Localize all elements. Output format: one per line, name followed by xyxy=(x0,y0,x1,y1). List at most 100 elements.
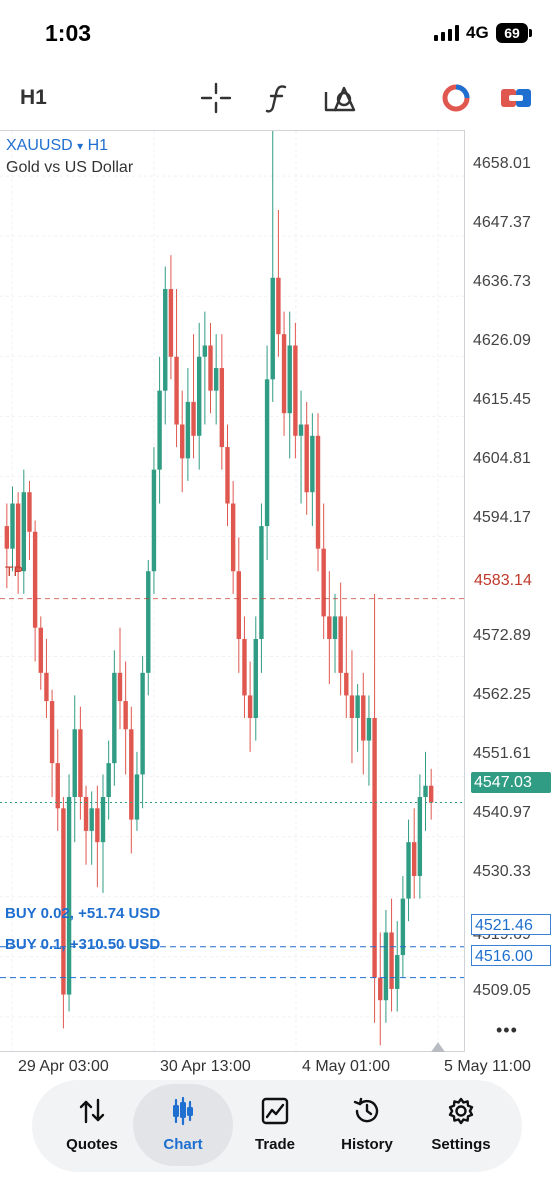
candle-body xyxy=(366,717,372,741)
one-click-trading-icon[interactable] xyxy=(498,80,534,116)
candle-body xyxy=(157,390,162,470)
nav-label: Quotes xyxy=(66,1136,118,1153)
battery-tip xyxy=(529,29,532,37)
candle-body xyxy=(100,797,106,843)
nav-label: Settings xyxy=(431,1136,491,1153)
trade-icon xyxy=(261,1097,289,1125)
candle-body xyxy=(281,334,287,414)
time-label: 4 May 01:00 xyxy=(302,1058,391,1075)
candle-body xyxy=(208,345,213,391)
nav-history[interactable]: History xyxy=(317,1084,417,1166)
price-label: 4540.97 xyxy=(473,804,531,821)
candle-body xyxy=(355,695,360,718)
candle-body xyxy=(264,379,270,527)
symbol-dropdown-icon: ▾ xyxy=(77,139,84,153)
candle-body xyxy=(185,401,191,459)
history-icon xyxy=(353,1097,379,1123)
more-icon[interactable]: ••• xyxy=(496,1020,518,1041)
trade-balance-icon[interactable] xyxy=(438,80,474,116)
network-type: 4G xyxy=(466,23,489,42)
candle-body xyxy=(44,672,49,702)
candle-body xyxy=(196,356,202,436)
nav-label: Chart xyxy=(163,1136,203,1153)
candle-body xyxy=(349,695,355,718)
candle-body xyxy=(242,638,247,696)
candle-body xyxy=(191,401,196,436)
candle-body xyxy=(378,977,383,1001)
price-label: 4658.01 xyxy=(473,155,531,172)
position-price-tag: 4521.46 xyxy=(471,914,551,935)
candle-body xyxy=(213,368,219,391)
candle-body xyxy=(49,701,55,764)
candle-body xyxy=(406,842,411,899)
symbol-name: XAUUSD xyxy=(6,137,73,154)
candle-body xyxy=(310,435,315,493)
price-label: 4562.25 xyxy=(473,686,531,703)
candle-body xyxy=(253,638,258,718)
price-label: 4594.17 xyxy=(473,509,531,526)
candle-body xyxy=(287,345,292,414)
candle-body xyxy=(304,424,309,493)
settings-icon xyxy=(448,1097,474,1125)
price-label: 4626.09 xyxy=(473,332,531,349)
position-label[interactable]: BUY 0.1, +310.50 USD xyxy=(5,936,160,953)
nav-trade[interactable]: Trade xyxy=(225,1084,325,1166)
candle-body xyxy=(361,695,366,741)
candle-body xyxy=(129,729,134,820)
candle-body xyxy=(417,797,423,877)
candle-body xyxy=(423,785,428,798)
candle-body xyxy=(174,356,179,425)
candle-body xyxy=(327,616,332,639)
candle-body xyxy=(344,672,349,696)
timeframe-button[interactable]: H1 xyxy=(20,86,47,110)
objects-icon[interactable] xyxy=(322,80,358,116)
nav-label: Trade xyxy=(254,1136,296,1153)
price-label: 4509.05 xyxy=(473,982,531,999)
candle-body xyxy=(270,277,275,380)
candle-body xyxy=(338,616,343,673)
candle-body xyxy=(123,701,128,730)
candle-body xyxy=(321,548,326,617)
nav-quotes[interactable]: Quotes xyxy=(42,1084,142,1166)
function-icon[interactable] xyxy=(260,80,296,116)
crosshair-icon[interactable] xyxy=(198,80,234,116)
candle-body xyxy=(230,503,236,572)
candle-body xyxy=(395,955,400,989)
candle-body xyxy=(140,672,145,775)
chart-timeframe: H1 xyxy=(87,137,109,154)
quotes-icon xyxy=(79,1098,105,1124)
nav-settings[interactable]: Settings xyxy=(411,1084,511,1166)
candle-body xyxy=(315,435,321,549)
candle-body xyxy=(372,717,377,978)
price-label: 4636.73 xyxy=(473,273,531,290)
candle-body xyxy=(95,808,100,843)
time-label: 5 May 11:00 xyxy=(444,1058,531,1075)
chart-symbol-info[interactable]: XAUUSD ▾ H1 xyxy=(6,137,108,155)
candle-body xyxy=(78,729,83,798)
candle-body xyxy=(180,424,185,459)
price-label: 4530.33 xyxy=(473,863,531,880)
position-label[interactable]: BUY 0.02, +51.74 USD xyxy=(5,905,160,922)
candle-body xyxy=(4,526,10,549)
time-label: 30 Apr 13:00 xyxy=(160,1058,251,1075)
battery-icon: 69 xyxy=(496,23,528,43)
candle-body xyxy=(293,345,298,436)
scroll-to-end-icon[interactable] xyxy=(431,1042,445,1052)
status-bar: 1:03 4G 69 xyxy=(0,0,554,68)
nav-chart[interactable]: Chart xyxy=(133,1084,233,1166)
status-time: 1:03 xyxy=(45,20,92,46)
candle-body xyxy=(219,368,225,448)
current-price-tag: 4547.03 xyxy=(471,772,551,793)
candle-body xyxy=(117,672,123,702)
candle-body xyxy=(72,729,77,798)
time-label: 29 Apr 03:00 xyxy=(18,1058,109,1075)
price-label: 4647.37 xyxy=(473,214,531,231)
candle-body xyxy=(112,672,117,764)
tp-price-tag: 4583.14 xyxy=(471,570,551,591)
candle-body xyxy=(32,531,38,628)
signal-icon xyxy=(434,25,459,41)
chart-icon xyxy=(173,1096,193,1126)
candle-body xyxy=(411,842,417,877)
tp-label[interactable]: TP xyxy=(5,563,23,579)
candle-body xyxy=(332,616,338,639)
